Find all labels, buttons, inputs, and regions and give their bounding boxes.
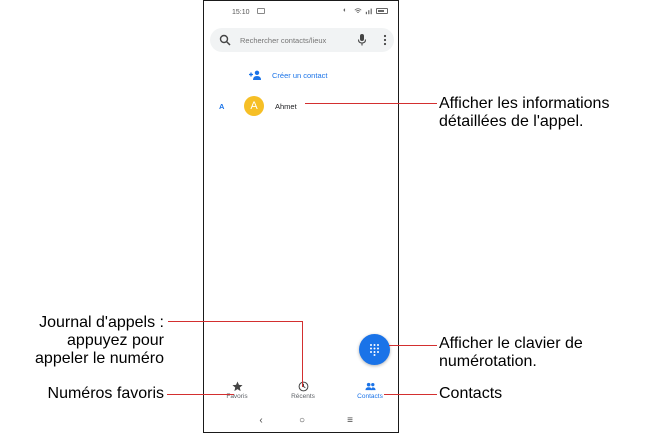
callout-journal-line2: appuyez pour bbox=[67, 332, 164, 349]
microphone-icon[interactable] bbox=[356, 33, 368, 47]
data-saver-icon: ◐ bbox=[343, 7, 348, 14]
callout-details-line1: Afficher les informations bbox=[439, 95, 610, 112]
callout-details-line2: détaillées de l'appel. bbox=[439, 113, 584, 130]
dialpad-icon bbox=[370, 344, 379, 356]
callout-line-journal-v bbox=[302, 321, 303, 387]
gallery-icon bbox=[257, 8, 265, 14]
callout-line-dialpad bbox=[389, 345, 437, 346]
section-letter: A bbox=[219, 102, 225, 111]
callout-dialpad: Afficher le clavier de numérotation. bbox=[439, 335, 583, 371]
callout-favoris: Numéros favoris bbox=[48, 385, 164, 403]
signal-icon bbox=[365, 8, 372, 15]
more-options-icon[interactable] bbox=[382, 34, 388, 46]
create-contact-button[interactable]: Créer un contact bbox=[248, 68, 327, 82]
status-time: 15:10 bbox=[232, 9, 250, 16]
star-icon bbox=[231, 381, 243, 392]
search-icon[interactable] bbox=[219, 34, 231, 46]
battery-icon bbox=[376, 8, 388, 14]
dialpad-button[interactable] bbox=[359, 334, 390, 365]
tab-contacts[interactable]: Contacts bbox=[340, 381, 400, 400]
system-navigation: ‹ ○ ≡ bbox=[204, 413, 398, 431]
tab-recents[interactable]: Récents bbox=[273, 381, 333, 400]
recent-apps-icon[interactable]: ≡ bbox=[343, 415, 357, 427]
callout-dialpad-line2: numérotation. bbox=[439, 353, 537, 370]
callout-details: Afficher les informations détaillées de … bbox=[439, 95, 609, 131]
back-icon[interactable]: ‹ bbox=[254, 415, 268, 427]
home-icon[interactable]: ○ bbox=[295, 415, 309, 427]
search-bar[interactable] bbox=[210, 28, 394, 52]
callout-line-journal-h bbox=[168, 321, 303, 322]
people-icon bbox=[364, 382, 376, 391]
callout-journal: Journal d'appels : appuyez pour appeler … bbox=[35, 314, 164, 368]
phone-screen: 15:10 ◐ Créer un contact bbox=[203, 0, 399, 433]
callout-contacts: Contacts bbox=[439, 385, 502, 403]
clock-icon bbox=[298, 381, 308, 392]
wifi-icon bbox=[354, 8, 362, 13]
callout-line-details bbox=[305, 103, 437, 104]
contact-row-ahmet[interactable]: A Ahmet bbox=[244, 95, 297, 117]
create-contact-label: Créer un contact bbox=[272, 70, 328, 80]
avatar: A bbox=[244, 96, 264, 116]
callout-journal-line1: Journal d'appels : bbox=[39, 314, 164, 331]
status-icons: ◐ bbox=[343, 7, 388, 15]
contact-name: Ahmet bbox=[275, 101, 297, 111]
callout-journal-line3: appeler le numéro bbox=[35, 350, 164, 367]
callout-favoris-label: Numéros favoris bbox=[47, 385, 164, 402]
add-person-icon bbox=[249, 70, 261, 80]
callout-line-favoris bbox=[167, 394, 234, 395]
callout-contacts-label: Contacts bbox=[439, 385, 503, 402]
callout-line-contacts bbox=[384, 394, 437, 395]
tab-favoris[interactable]: Favoris bbox=[207, 381, 267, 400]
search-input[interactable] bbox=[240, 34, 352, 46]
status-bar: 15:10 ◐ bbox=[204, 1, 398, 23]
callout-dialpad-line1: Afficher le clavier de bbox=[439, 335, 583, 352]
tab-recents-label: Récents bbox=[291, 393, 315, 400]
